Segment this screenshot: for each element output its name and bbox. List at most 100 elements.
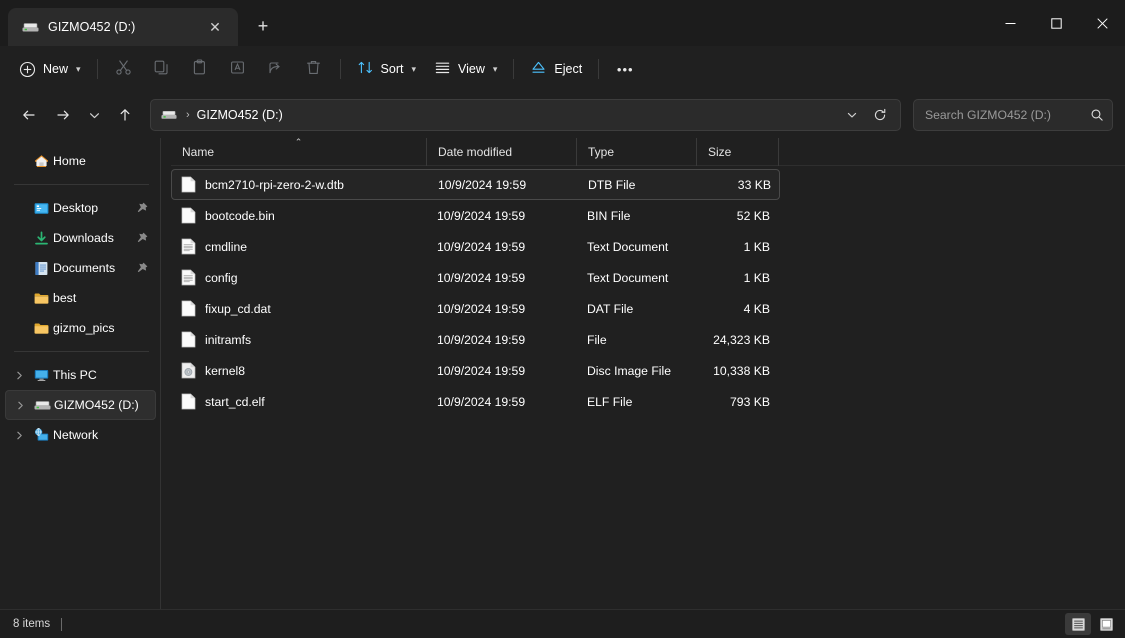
drive-icon: [22, 19, 39, 36]
file-list-pane: ⌃ Name Date modified Type Size bcm2710-r…: [161, 137, 1125, 609]
breadcrumb-current[interactable]: GIZMO452 (D:): [197, 108, 283, 122]
table-row[interactable]: kernel8 10/9/2024 19:59 Disc Image File …: [171, 355, 780, 386]
file-name-text: bootcode.bin: [205, 208, 275, 223]
file-size-cell: 24,323 KB: [713, 332, 770, 347]
new-tab-button[interactable]: +: [246, 9, 280, 43]
minimize-button[interactable]: [987, 0, 1033, 46]
ellipsis-icon: •••: [616, 61, 634, 77]
table-row[interactable]: bcm2710-rpi-zero-2-w.dtb 10/9/2024 19:59…: [171, 169, 780, 200]
sidebar-item-label: GIZMO452 (D:): [54, 398, 139, 412]
view-button[interactable]: View ▾: [425, 53, 506, 85]
sidebar-item-label: Home: [53, 154, 86, 168]
column-header-size[interactable]: Size: [696, 137, 778, 166]
file-date-cell: 10/9/2024 19:59: [437, 301, 526, 316]
desktop-icon: [29, 200, 53, 217]
view-toggle-group: [1065, 613, 1119, 635]
sidebar-item-home[interactable]: Home: [5, 146, 156, 176]
table-row[interactable]: initramfs 10/9/2024 19:59 File 24,323 KB: [171, 324, 780, 355]
folder-icon: [29, 290, 53, 307]
new-button[interactable]: New ▾: [10, 53, 90, 85]
up-button[interactable]: [108, 99, 142, 131]
table-row[interactable]: bootcode.bin 10/9/2024 19:59 BIN File 52…: [171, 200, 780, 231]
file-name-cell: fixup_cd.dat: [171, 300, 426, 317]
toolbar-separator: [513, 59, 515, 79]
details-view-icon[interactable]: [1065, 613, 1091, 635]
sidebar-item-best[interactable]: best: [5, 283, 156, 313]
delete-button[interactable]: [295, 53, 333, 85]
column-header-date-modified[interactable]: Date modified: [426, 137, 576, 166]
file-name-cell: bootcode.bin: [171, 207, 426, 224]
rename-button[interactable]: [219, 53, 257, 85]
file-date-cell: 10/9/2024 19:59: [437, 239, 526, 254]
address-bar[interactable]: › GIZMO452 (D:): [150, 99, 901, 131]
forward-button[interactable]: [46, 99, 80, 131]
recent-locations-button[interactable]: [80, 99, 108, 131]
sidebar-item-network[interactable]: Network: [5, 420, 156, 450]
file-type-cell: DAT File: [587, 301, 634, 316]
pin-icon[interactable]: [135, 262, 148, 275]
maximize-button[interactable]: [1033, 0, 1079, 46]
table-row[interactable]: cmdline 10/9/2024 19:59 Text Document 1 …: [171, 231, 780, 262]
column-headers: ⌃ Name Date modified Type Size: [171, 137, 1125, 166]
sidebar-item-desktop[interactable]: Desktop: [5, 193, 156, 223]
status-bar: 8 items: [0, 609, 1125, 638]
back-button[interactable]: [12, 99, 46, 131]
new-button-label: New: [43, 62, 69, 76]
overflow-menu-button[interactable]: •••: [606, 53, 644, 85]
command-bar: New ▾ Sort ▾ View ▾ Eject •••: [0, 46, 1125, 92]
search-box[interactable]: [913, 99, 1113, 131]
sidebar-item-this-pc[interactable]: This PC: [5, 360, 156, 390]
search-icon[interactable]: [1090, 108, 1104, 122]
sort-icon: [357, 59, 374, 79]
chevron-down-icon: ▾: [411, 63, 417, 74]
refresh-button[interactable]: [866, 101, 894, 129]
pc-icon: [29, 367, 53, 384]
column-header-end-divider: [778, 137, 779, 166]
chevron-right-icon[interactable]: [10, 400, 30, 411]
column-header-name[interactable]: ⌃ Name: [171, 137, 426, 166]
search-input[interactable]: [925, 108, 1090, 122]
sidebar-item-gizmo-pics[interactable]: gizmo_pics: [5, 313, 156, 343]
column-header-type[interactable]: Type: [576, 137, 696, 166]
table-row[interactable]: start_cd.elf 10/9/2024 19:59 ELF File 79…: [171, 386, 780, 417]
eject-button-label: Eject: [554, 62, 583, 76]
file-size-cell: 1 KB: [743, 270, 770, 285]
text-file-icon: [181, 238, 196, 255]
address-bar-actions: [838, 101, 894, 129]
plus-circle-icon: [19, 61, 36, 78]
blank-file-icon: [181, 176, 196, 193]
tab-gizmo452[interactable]: GIZMO452 (D:) ✕: [8, 8, 238, 46]
sidebar-item-gizmo452[interactable]: GIZMO452 (D:): [5, 390, 156, 420]
cut-button[interactable]: [105, 53, 143, 85]
sidebar-item-label: This PC: [53, 368, 97, 382]
address-dropdown-button[interactable]: [838, 101, 866, 129]
close-window-button[interactable]: [1079, 0, 1125, 46]
pin-icon[interactable]: [135, 202, 148, 215]
copy-button[interactable]: [143, 53, 181, 85]
eject-button[interactable]: Eject: [521, 53, 591, 85]
file-date-cell: 10/9/2024 19:59: [437, 363, 526, 378]
sidebar-item-downloads[interactable]: Downloads: [5, 223, 156, 253]
pin-icon[interactable]: [135, 232, 148, 245]
toolbar-separator: [96, 59, 98, 79]
disc-file-icon: [181, 362, 196, 379]
share-button[interactable]: [257, 53, 295, 85]
close-icon[interactable]: ✕: [202, 14, 228, 40]
blank-file-icon: [181, 207, 196, 224]
file-date-cell: 10/9/2024 19:59: [437, 394, 526, 409]
sidebar-item-label: Downloads: [53, 231, 114, 245]
status-separator: [61, 617, 63, 631]
file-type-cell: ELF File: [587, 394, 633, 409]
table-row[interactable]: fixup_cd.dat 10/9/2024 19:59 DAT File 4 …: [171, 293, 780, 324]
file-name-cell: cmdline: [171, 238, 426, 255]
chevron-right-icon[interactable]: [9, 370, 29, 381]
sidebar-item-documents[interactable]: Documents: [5, 253, 156, 283]
chevron-right-icon[interactable]: [9, 430, 29, 441]
paste-button[interactable]: [181, 53, 219, 85]
file-type-cell: BIN File: [587, 208, 631, 223]
view-icon: [434, 59, 451, 79]
large-icons-view-icon[interactable]: [1093, 613, 1119, 635]
table-row[interactable]: config 10/9/2024 19:59 Text Document 1 K…: [171, 262, 780, 293]
sort-button[interactable]: Sort ▾: [348, 53, 425, 85]
file-type-cell: File: [587, 332, 607, 347]
